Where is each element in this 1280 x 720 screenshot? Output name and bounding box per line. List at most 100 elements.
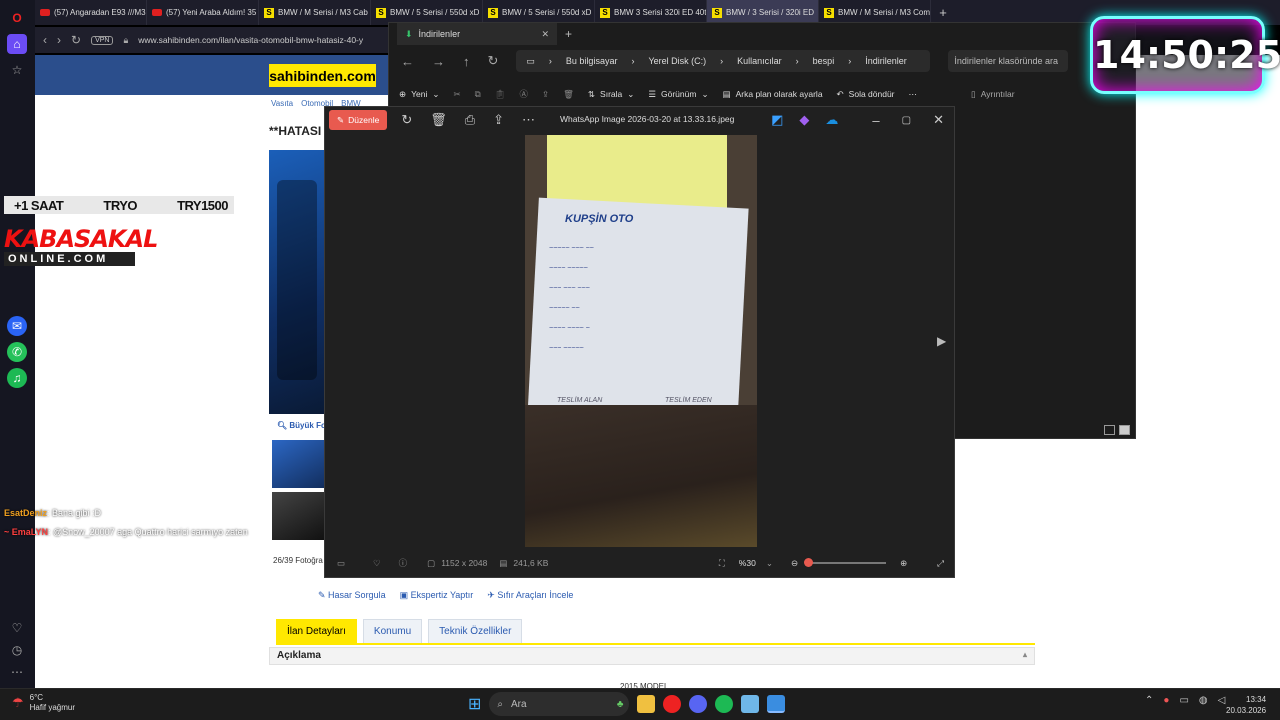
forward-icon[interactable]: → xyxy=(432,54,445,69)
path-segment[interactable]: İndirilenler xyxy=(865,56,907,66)
explorer-tab[interactable]: ⬇ İndirilenler ✕ xyxy=(397,23,557,45)
back-icon[interactable]: ‹ xyxy=(43,33,47,47)
tab-listing-details[interactable]: İlan Detayları xyxy=(276,619,357,644)
close-tab-icon[interactable]: ✕ xyxy=(541,29,549,40)
view-button[interactable]: ☰ Görünüm ⌄ xyxy=(648,89,708,100)
clipchamp-icon[interactable]: ◩ xyxy=(771,112,783,128)
listing-photo[interactable] xyxy=(269,150,325,414)
windows-start-icon[interactable]: ⊞ xyxy=(468,694,481,714)
designer-icon[interactable]: ◆ xyxy=(799,112,809,128)
set-background-button[interactable]: ▤ Arka plan olarak ayarla xyxy=(723,89,823,100)
big-photo-link[interactable]: 🔍︎ Büyük Fo xyxy=(277,421,326,430)
maximize-icon[interactable]: ▢ xyxy=(902,115,911,126)
tiles-view-icon[interactable] xyxy=(1119,425,1130,435)
filmstrip-icon[interactable]: ▭ xyxy=(337,558,345,569)
network-icon[interactable]: ◍ xyxy=(1199,695,1208,706)
reload-icon[interactable]: ↻ xyxy=(71,33,81,47)
path-segment[interactable]: Kullanıcılar xyxy=(737,56,782,66)
add-tab-button[interactable]: + xyxy=(565,27,572,41)
details-button[interactable]: ▯ Ayrıntılar xyxy=(971,89,1015,100)
vpn-badge[interactable]: VPN xyxy=(91,35,114,45)
site-logo[interactable]: sahibinden.com xyxy=(269,64,376,87)
details-view-icon[interactable] xyxy=(1104,425,1115,435)
onedrive-icon[interactable]: ☁ xyxy=(825,112,838,128)
opera-icon[interactable] xyxy=(663,695,682,713)
fit-icon[interactable]: ⛶ xyxy=(719,558,725,569)
opera-logo-icon[interactable]: O xyxy=(7,8,27,28)
whatsapp-icon[interactable]: ✆ xyxy=(7,342,27,362)
monitor-icon[interactable]: ▭ xyxy=(1179,695,1188,706)
weather-widget[interactable]: ☂ 6°C Hafif yağmur xyxy=(12,693,75,713)
home-icon[interactable]: ⌂ xyxy=(7,34,27,54)
explorer-address-path[interactable]: ▭ › Bu bilgisayar › Yerel Disk (C:) › Ku… xyxy=(516,50,931,72)
chevron-up-icon[interactable]: ⌃ xyxy=(1145,695,1153,706)
breadcrumb-item[interactable]: Vasıta xyxy=(271,99,293,108)
more-icon[interactable]: ⋯ xyxy=(7,662,27,682)
heart-icon[interactable]: ♡ xyxy=(7,618,27,638)
history-icon[interactable]: ◷ xyxy=(7,640,27,660)
close-icon[interactable]: ✕ xyxy=(933,112,944,128)
star-icon[interactable]: ☆ xyxy=(7,60,27,80)
microphone-icon[interactable]: ● xyxy=(1163,695,1169,706)
delete-icon[interactable]: 🗑︎ xyxy=(563,89,574,100)
new-tab-button[interactable]: + xyxy=(931,5,955,20)
zoom-slider[interactable] xyxy=(804,558,887,567)
share-icon[interactable]: ⇪ xyxy=(542,89,549,100)
messenger-icon[interactable]: ✉ xyxy=(7,316,27,336)
collapse-icon[interactable]: ▴ xyxy=(1023,650,1027,659)
edit-button[interactable]: ✎ Düzenle xyxy=(329,110,388,130)
more-options-icon[interactable]: ⋯ xyxy=(909,89,918,100)
next-image-icon[interactable]: ▶ xyxy=(937,334,946,348)
browser-tab[interactable]: (57) Angaradan E93 ///M3 xyxy=(35,0,147,25)
favorite-icon[interactable]: ♡ xyxy=(373,558,381,569)
print-icon[interactable]: ⎙ xyxy=(465,112,475,128)
browser-tab[interactable]: (57) Yeni Araba Aldım! 35 xyxy=(147,0,259,25)
new-button[interactable]: ⊕ Yeni ⌄ xyxy=(399,89,439,100)
description-header[interactable]: Açıklama ▴ xyxy=(269,647,1035,665)
path-segment[interactable]: bespi xyxy=(813,56,835,66)
browser-tab[interactable]: S BMW / M Serisi / M3 Cab xyxy=(259,0,371,25)
expand-icon[interactable]: ⤢ xyxy=(937,558,944,569)
cut-icon[interactable]: ✂ xyxy=(453,89,460,100)
up-icon[interactable]: ↑ xyxy=(463,54,470,69)
zoom-out-icon[interactable]: ⊖ xyxy=(791,558,798,569)
expertise-link[interactable]: ▣ Ekspertiz Yaptır xyxy=(400,590,474,601)
url-field[interactable]: www.sahibinden.com/ilan/vasita-otomobil-… xyxy=(138,35,363,45)
photo-thumbnail[interactable] xyxy=(272,492,324,540)
explorer-search-input[interactable]: İndirilenler klasöründe ara xyxy=(948,50,1069,72)
photo-thumbnail[interactable] xyxy=(272,440,324,488)
refresh-icon[interactable]: ↻ xyxy=(488,53,499,69)
spotify-icon[interactable]: ♫ xyxy=(7,368,27,388)
share-icon[interactable]: ⇪ xyxy=(493,112,504,128)
info-icon[interactable]: ⓘ xyxy=(399,557,408,569)
taskbar-search[interactable]: ⌕ Ara ♣ xyxy=(489,692,630,716)
zoom-in-icon[interactable]: ⊕ xyxy=(900,558,907,569)
spotify-icon[interactable] xyxy=(715,695,734,713)
photos-icon[interactable] xyxy=(767,695,786,713)
app-icon[interactable] xyxy=(741,695,760,713)
paste-icon[interactable]: 📋︎ xyxy=(495,89,506,100)
tab-technical[interactable]: Teknik Özellikler xyxy=(428,619,523,644)
tab-location[interactable]: Konumu xyxy=(362,619,423,644)
zoom-level[interactable]: %30 xyxy=(739,558,756,568)
rotate-left-button[interactable]: ↶ Sola döndür xyxy=(837,89,895,100)
delete-icon[interactable]: 🗑︎ xyxy=(430,112,447,128)
new-cars-link[interactable]: ✈ Sıfır Araçları İncele xyxy=(487,590,573,601)
taskbar-clock[interactable]: 13:34 20.03.2026 xyxy=(1226,694,1266,716)
minimize-icon[interactable]: – xyxy=(872,113,879,128)
sort-button[interactable]: ⇅ Sırala ⌄ xyxy=(588,89,634,100)
path-segment[interactable]: Yerel Disk (C:) xyxy=(648,56,706,66)
receipt-photo[interactable]: KUPŞİN OTO ~~~~~ ~~~ ~~ ~~~~ ~~~~~ ~~~ ~… xyxy=(525,135,757,547)
damage-query-link[interactable]: ✎ Hasar Sorgula xyxy=(318,590,386,601)
discord-icon[interactable] xyxy=(689,695,708,713)
zoom-slider-thumb[interactable] xyxy=(804,558,814,567)
forward-icon[interactable]: › xyxy=(57,33,61,47)
rotate-icon[interactable]: ↻ xyxy=(401,112,412,128)
volume-icon[interactable]: ◁ xyxy=(1218,695,1226,706)
back-icon[interactable]: ← xyxy=(401,54,414,69)
chevron-down-icon[interactable]: ⌄ xyxy=(766,558,773,569)
file-explorer-icon[interactable] xyxy=(637,695,656,713)
rename-icon[interactable]: Ⓐ xyxy=(519,88,528,100)
path-segment[interactable]: Bu bilgisayar xyxy=(566,56,618,66)
copy-icon[interactable]: ⧉ xyxy=(475,89,481,100)
